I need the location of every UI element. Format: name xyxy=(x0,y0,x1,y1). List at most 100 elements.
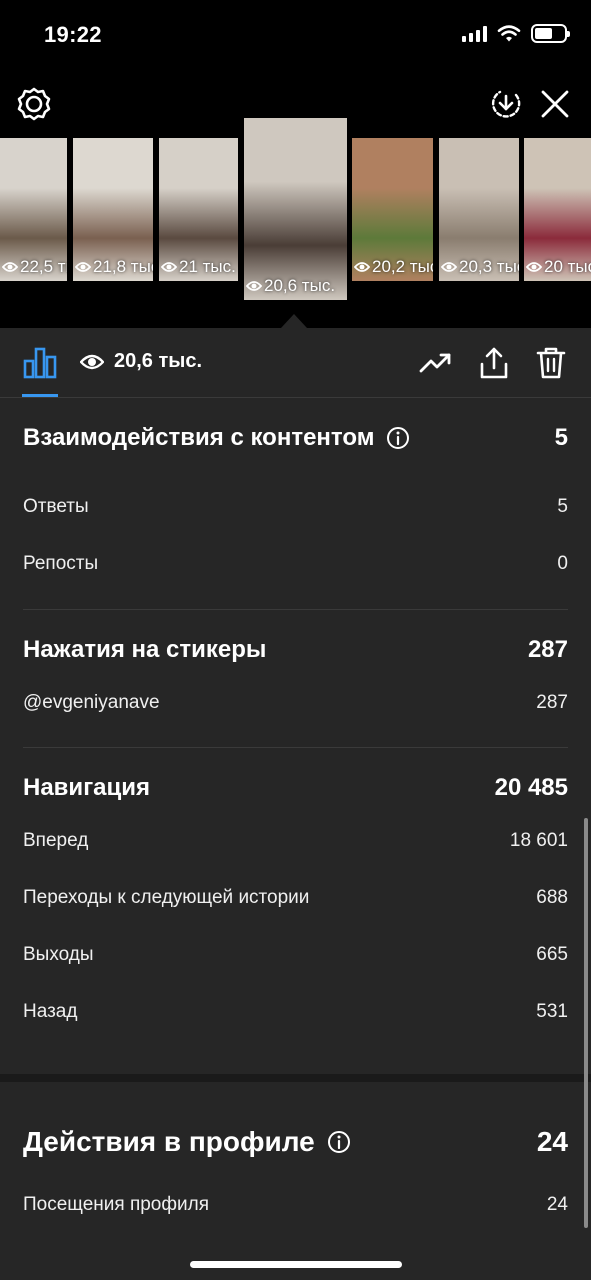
gear-icon xyxy=(17,87,51,121)
thumbnail-views-label: 22,5 тыс. xyxy=(20,257,67,276)
thumbnail-views-label: 21 тыс. xyxy=(179,257,236,276)
views-summary: 20,6 тыс. xyxy=(80,350,202,373)
metric-label: Вперед xyxy=(23,829,89,851)
metric-label: Выходы xyxy=(23,943,94,965)
thumbnail-views: 20,6 тыс. xyxy=(244,276,335,296)
eye-icon xyxy=(354,262,370,272)
navigation-title: Навигация xyxy=(23,774,151,801)
eye-icon xyxy=(161,262,177,272)
battery-icon xyxy=(531,24,570,43)
story-preview-image xyxy=(244,118,347,300)
settings-button[interactable] xyxy=(16,86,52,122)
views-count: 20,6 тыс. xyxy=(114,350,203,372)
thumbnail-views: 20,2 тыс. xyxy=(352,257,433,277)
metric-value: 531 xyxy=(536,1000,568,1022)
story-thumbnail[interactable]: 21,8 тыс. xyxy=(73,138,153,281)
story-thumbnail[interactable]: 20,3 тыс. xyxy=(439,138,519,281)
close-icon xyxy=(541,90,569,118)
section-separator xyxy=(0,1074,591,1082)
metric-label: Репосты xyxy=(23,552,99,574)
thumbnail-views-label: 20,2 тыс. xyxy=(372,257,433,276)
story-thumbnails: 22,5 тыс. 21,8 тыс. 21 тыс. 20,6 тыс. xyxy=(0,118,591,328)
tab-insights[interactable] xyxy=(22,346,58,380)
share-button[interactable] xyxy=(476,345,512,381)
download-button[interactable] xyxy=(488,86,524,122)
bar-chart-icon xyxy=(23,347,57,379)
scrollbar[interactable] xyxy=(584,818,588,1228)
section-title: Действия в профиле xyxy=(23,1126,351,1158)
thumbnail-views: 21,8 тыс. xyxy=(73,257,153,277)
thumbnail-views-label: 20,3 тыс. xyxy=(459,257,519,276)
story-thumbnail[interactable]: 20,2 тыс. xyxy=(352,138,433,281)
profile-actions-title: Действия в профиле xyxy=(23,1126,315,1157)
metric-row: Репосты 0 xyxy=(23,535,568,592)
home-indicator[interactable] xyxy=(190,1261,402,1268)
metric-row: Вперед 18 601 xyxy=(23,812,568,869)
trash-icon xyxy=(536,347,566,379)
story-thumbnail-selected[interactable]: 20,6 тыс. xyxy=(244,118,347,300)
metric-value: 5 xyxy=(557,495,568,517)
story-thumbnail[interactable]: 21 тыс. xyxy=(159,138,238,281)
metric-label: Переходы к следующей истории xyxy=(23,886,310,908)
content-interactions-title: Взаимодействия с контентом xyxy=(23,424,375,451)
thumbnail-views-label: 20,6 тыс. xyxy=(264,276,336,295)
sticker-taps-title: Нажатия на стикеры xyxy=(23,636,267,663)
metric-label: Назад xyxy=(23,1000,78,1022)
section-title: Взаимодействия с контентом xyxy=(23,424,410,452)
metric-row: Посещения профиля 24 xyxy=(23,1176,568,1233)
thumbnail-views: 20,3 тыс. xyxy=(439,257,519,277)
download-icon xyxy=(491,90,521,118)
story-thumbnail[interactable]: 22,5 тыс. xyxy=(0,138,67,281)
metric-value: 287 xyxy=(536,691,568,713)
metric-value: 688 xyxy=(536,886,568,908)
metric-row: @evgeniyanave 287 xyxy=(23,674,568,731)
navigation-value: 20 485 xyxy=(494,774,568,801)
content-interactions-section: Взаимодействия с контентом 5 Ответы 5 Ре… xyxy=(0,398,591,592)
metric-value: 665 xyxy=(536,943,568,965)
insights-toolbar: 20,6 тыс. xyxy=(0,328,591,398)
metric-row: Выходы 665 xyxy=(23,926,568,983)
close-button[interactable] xyxy=(537,86,573,122)
content-interactions-value: 5 xyxy=(554,424,568,451)
trending-icon xyxy=(419,353,451,373)
sticker-taps-section: Нажатия на стикеры 287 @evgeniyanave 287 xyxy=(0,610,591,731)
metric-label: Ответы xyxy=(23,495,89,517)
profile-actions-section: Действия в профиле 24 Посещения профиля … xyxy=(0,1082,591,1233)
eye-icon xyxy=(441,262,457,272)
active-tab-indicator xyxy=(22,394,58,397)
info-icon[interactable] xyxy=(327,1130,351,1154)
navigation-section: Навигация 20 485 Вперед 18 601 Переходы … xyxy=(0,748,591,1040)
thumbnail-views: 22,5 тыс. xyxy=(0,257,67,277)
status-bar: 19:22 xyxy=(0,0,591,70)
metric-value: 0 xyxy=(557,552,568,574)
metric-value: 18 601 xyxy=(509,829,568,851)
thumbnail-views-label: 21,8 тыс. xyxy=(93,257,153,276)
insights-content: Взаимодействия с контентом 5 Ответы 5 Ре… xyxy=(0,398,591,1233)
metric-row: Переходы к следующей истории 688 xyxy=(23,869,568,926)
promote-button[interactable] xyxy=(418,345,454,381)
status-icons xyxy=(462,24,570,43)
eye-icon xyxy=(526,262,542,272)
story-thumbnail[interactable]: 20 тыс. xyxy=(524,138,591,281)
thumbnail-views: 20 тыс. xyxy=(524,257,591,277)
metric-label: Посещения профиля xyxy=(23,1193,209,1215)
eye-icon xyxy=(2,262,18,272)
metric-value: 24 xyxy=(546,1193,568,1215)
metric-row: Назад 531 xyxy=(23,983,568,1040)
profile-actions-value: 24 xyxy=(536,1126,568,1157)
thumbnail-views-label: 20 тыс. xyxy=(544,257,591,276)
sticker-taps-value: 287 xyxy=(527,636,568,663)
thumbnail-views: 21 тыс. xyxy=(159,257,236,277)
metric-label: @evgeniyanave xyxy=(23,691,160,713)
signal-icon xyxy=(462,25,487,42)
eye-icon xyxy=(75,262,91,272)
status-time: 19:22 xyxy=(44,22,102,47)
delete-button[interactable] xyxy=(533,345,569,381)
wifi-icon xyxy=(497,24,521,41)
share-icon xyxy=(480,347,508,379)
info-icon[interactable] xyxy=(386,426,410,450)
eye-icon xyxy=(80,354,104,369)
selected-story-pointer xyxy=(281,314,307,328)
eye-icon xyxy=(246,281,262,291)
metric-row: Ответы 5 xyxy=(23,478,568,535)
